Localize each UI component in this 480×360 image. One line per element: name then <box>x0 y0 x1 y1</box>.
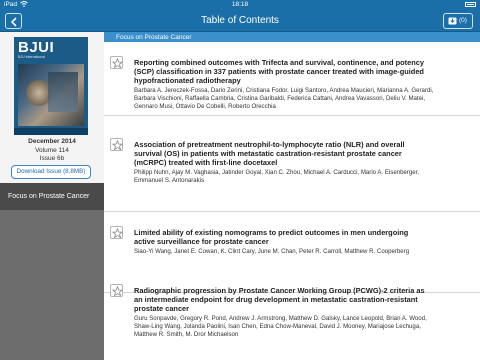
table-of-contents: Focus on Prostate Cancer Reporting combi… <box>104 32 480 360</box>
battery-icon <box>465 2 476 7</box>
article-title: Association of pretreatment neutrophil-t… <box>134 140 405 168</box>
article-authors: Siao-Yi Wang, Janet E. Cowan, K. Clint C… <box>134 248 410 255</box>
star-icon <box>112 58 123 69</box>
section-header: Focus on Prostate Cancer <box>104 32 480 42</box>
article-item[interactable]: Reporting combined outcomes with Trifect… <box>104 43 480 116</box>
favorite-star-button[interactable] <box>110 284 123 297</box>
status-bar: iPad 18:18 <box>0 0 480 10</box>
issue-number: Issue 6b <box>39 155 65 162</box>
favorite-star-button[interactable] <box>110 56 123 69</box>
sidebar-item-focus-on-prostate-cancer[interactable]: Focus on Prostate Cancer <box>0 183 104 210</box>
article-authors: Barbara A. Jereczek-Fossa, Dario Zerini,… <box>134 87 434 111</box>
article-item[interactable]: Association of pretreatment neutrophil-t… <box>104 124 480 212</box>
article-title: Limited ability of existing nomograms to… <box>134 228 409 247</box>
favorite-star-button[interactable] <box>110 226 123 239</box>
cover-strip <box>14 128 88 135</box>
navigation-bar: Table of Contents (0) <box>0 10 480 32</box>
issue-cover[interactable]: BJUI BJU International <box>14 37 88 135</box>
issue-date: December 2014 <box>28 138 76 145</box>
article-authors: Guru Sonpavde, Gregory R. Pond, Andrew J… <box>134 315 427 339</box>
downloads-button[interactable]: (0) <box>443 13 473 29</box>
download-tray-icon <box>448 17 457 25</box>
star-icon <box>112 140 123 151</box>
cover-subtitle: BJU International <box>18 55 45 59</box>
issue-panel: BJUI BJU International December 2014 Vol… <box>0 32 104 183</box>
star-icon <box>112 228 123 239</box>
favorite-star-button[interactable] <box>110 138 123 151</box>
article-item[interactable]: Radiographic progression by Prostate Can… <box>104 270 480 360</box>
cover-image <box>18 64 84 126</box>
download-issue-button[interactable]: Download Issue (8.8MB) <box>11 165 91 179</box>
article-title: Reporting combined outcomes with Trifect… <box>134 58 424 86</box>
issue-volume: Volume 114 <box>35 147 69 154</box>
article-title: Radiographic progression by Prostate Can… <box>134 286 425 314</box>
sidebar: BJUI BJU International December 2014 Vol… <box>0 32 104 360</box>
clock: 18:18 <box>231 1 249 8</box>
article-authors: Philipp Nuhn, Ajay M. Vaghasia, Jatinder… <box>134 169 420 185</box>
downloads-count: (0) <box>459 17 467 24</box>
star-icon <box>112 286 123 297</box>
page-title: Table of Contents <box>201 15 279 26</box>
cover-logo: BJUI <box>18 39 55 56</box>
